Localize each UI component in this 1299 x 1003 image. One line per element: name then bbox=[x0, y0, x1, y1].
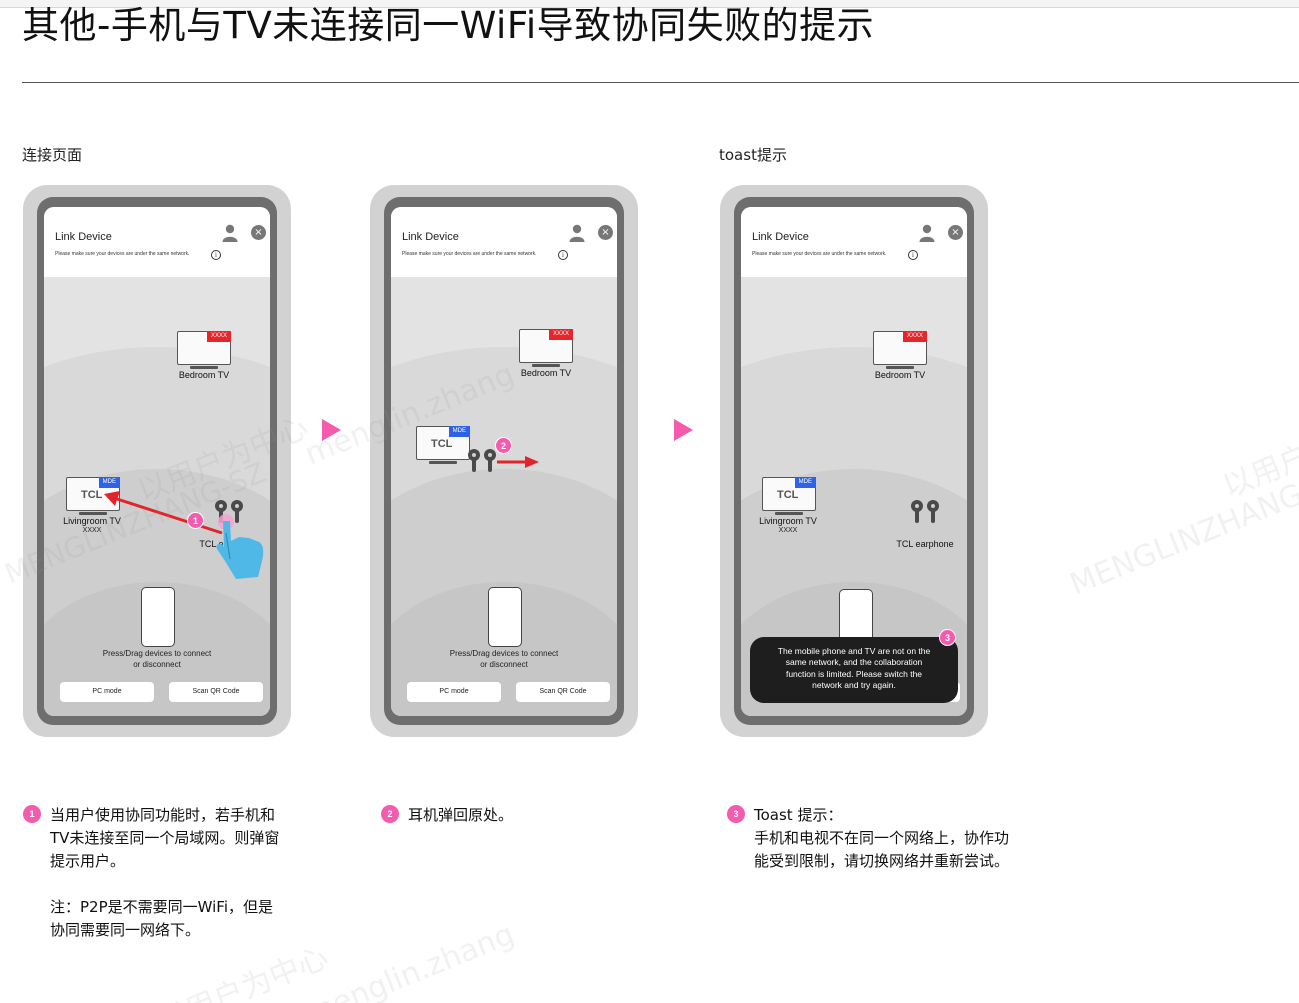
watermark: menglin.zhang bbox=[300, 916, 520, 1003]
toast-line: same network, and the collaboration bbox=[785, 657, 923, 668]
screen-title: Link Device bbox=[55, 231, 112, 243]
flow-arrow-icon bbox=[322, 419, 341, 441]
bedroom-tv-device[interactable]: XXXX bbox=[177, 331, 231, 369]
pc-mode-button[interactable]: PC mode bbox=[407, 682, 501, 702]
earbuds-icon[interactable] bbox=[908, 499, 942, 525]
bedroom-tv-device[interactable]: XXXX bbox=[519, 329, 573, 367]
earphone-label: TCL earphone bbox=[896, 539, 954, 549]
step-badge-2: 2 bbox=[495, 437, 512, 454]
link-device-screen: Link Device Please make sure your device… bbox=[391, 207, 617, 716]
hand-pointer-icon bbox=[216, 514, 264, 579]
note-text: 注：P2P是不需要同一WiFi，但是 bbox=[50, 898, 274, 916]
step-badge-1: 1 bbox=[187, 512, 204, 529]
hint-text-line1: Press/Drag devices to connect bbox=[449, 649, 559, 658]
scan-qr-button[interactable]: Scan QR Code bbox=[516, 682, 610, 702]
phone-mockup-1: Link Device Please make sure your device… bbox=[23, 185, 291, 737]
close-icon[interactable]: × bbox=[948, 225, 963, 240]
bedroom-tv-label: Bedroom TV bbox=[874, 370, 926, 380]
screen-header: Link Device Please make sure your device… bbox=[391, 207, 617, 277]
screen-subtitle: Please make sure your devices are under … bbox=[752, 251, 887, 257]
note-text: 提示用户。 bbox=[50, 852, 126, 870]
user-icon[interactable] bbox=[222, 224, 238, 242]
note-badge-2: 2 bbox=[381, 805, 399, 823]
link-device-screen: Link Device Please make sure your device… bbox=[741, 207, 967, 716]
tv-badge: MDE bbox=[448, 426, 470, 437]
note-text: 手机和电视不在同一个网络上，协作功 bbox=[754, 829, 1010, 847]
phone-device-icon bbox=[488, 587, 522, 647]
toast-message: The mobile phone and TV are not on the s… bbox=[750, 637, 958, 703]
note-text: Toast 提示： bbox=[754, 806, 843, 824]
screen-subtitle: Please make sure your devices are under … bbox=[402, 251, 537, 257]
livingroom-tv-sub: XXXX bbox=[778, 527, 798, 534]
phone-bezel: Link Device Please make sure your device… bbox=[384, 197, 624, 725]
tcl-logo: TCL bbox=[777, 489, 799, 501]
screen-title: Link Device bbox=[402, 231, 459, 243]
phone-mockup-3: Link Device Please make sure your device… bbox=[720, 185, 988, 737]
livingroom-tv-label: Livingroom TV bbox=[759, 516, 817, 526]
info-icon[interactable]: i bbox=[908, 250, 918, 260]
close-icon[interactable]: × bbox=[251, 225, 266, 240]
earbuds-icon[interactable] bbox=[465, 448, 499, 474]
toast-line: function is limited. Please switch the bbox=[785, 668, 923, 679]
note-3: Toast 提示： 手机和电视不在同一个网络上，协作功 能受到限制，请切换网络并… bbox=[754, 804, 1009, 873]
screen-subtitle: Please make sure your devices are under … bbox=[55, 251, 190, 257]
flow-arrow-icon bbox=[674, 419, 693, 441]
close-icon[interactable]: × bbox=[598, 225, 613, 240]
tcl-logo: TCL bbox=[431, 438, 453, 450]
watermark: MENGLINZHANG bbox=[1065, 477, 1299, 603]
note-text: 协同需要同一网络下。 bbox=[50, 921, 201, 939]
bedroom-tv-label: Bedroom TV bbox=[178, 370, 230, 380]
note-text: 耳机弹回原处。 bbox=[408, 806, 514, 824]
drag-arrow-icon bbox=[104, 491, 223, 535]
hint-text-line2: or disconnect bbox=[480, 660, 528, 669]
toast-line: The mobile phone and TV are not on the bbox=[777, 646, 931, 656]
section-label-toast: toast提示 bbox=[719, 146, 787, 164]
tv-badge: MDE bbox=[794, 477, 816, 488]
scan-qr-button[interactable]: Scan QR Code bbox=[169, 682, 263, 702]
link-device-screen: Link Device Please make sure your device… bbox=[44, 207, 270, 716]
screen-header: Link Device Please make sure your device… bbox=[44, 207, 270, 277]
info-icon[interactable]: i bbox=[558, 250, 568, 260]
screen-header: Link Device Please make sure your device… bbox=[741, 207, 967, 277]
hint-text-line1: Press/Drag devices to connect bbox=[102, 649, 212, 658]
phone-bezel: Link Device Please make sure your device… bbox=[37, 197, 277, 725]
note-badge-1: 1 bbox=[23, 805, 41, 823]
livingroom-tv-device[interactable]: MDE TCL bbox=[416, 426, 470, 464]
screen-title: Link Device bbox=[752, 231, 809, 243]
bedroom-tv-label: Bedroom TV bbox=[520, 368, 572, 378]
note-text: TV未连接至同一个局域网。则弹窗 bbox=[50, 829, 280, 847]
tcl-logo: TCL bbox=[81, 489, 103, 501]
tv-badge: XXXX bbox=[548, 329, 573, 340]
page-title: 其他-手机与TV未连接同一WiFi导致协同失败的提示 bbox=[22, 4, 875, 47]
note-text: 当用户使用协同功能时，若手机和 bbox=[50, 806, 276, 824]
hint-text-line2: or disconnect bbox=[133, 660, 181, 669]
tv-badge: XXXX bbox=[902, 331, 927, 342]
return-arrow-icon bbox=[497, 456, 539, 468]
watermark: 以用户为中心 bbox=[1217, 404, 1299, 505]
user-icon[interactable] bbox=[569, 224, 585, 242]
note-badge-3: 3 bbox=[727, 805, 745, 823]
pc-mode-button[interactable]: PC mode bbox=[60, 682, 154, 702]
note-2: 耳机弹回原处。 bbox=[408, 804, 513, 827]
title-divider bbox=[22, 82, 1299, 83]
info-icon[interactable]: i bbox=[211, 250, 221, 260]
phone-mockup-2: Link Device Please make sure your device… bbox=[370, 185, 638, 737]
livingroom-tv-device[interactable]: MDE TCL bbox=[762, 477, 816, 515]
user-icon[interactable] bbox=[919, 224, 935, 242]
phone-device-icon bbox=[141, 587, 175, 647]
tv-badge: XXXX bbox=[206, 331, 231, 342]
step-badge-3: 3 bbox=[939, 629, 956, 646]
note-1: 当用户使用协同功能时，若手机和 TV未连接至同一个局域网。则弹窗 提示用户。 注… bbox=[50, 804, 279, 942]
watermark: 以用户为中心 bbox=[152, 939, 334, 1003]
toast-line: network and try again. bbox=[812, 679, 896, 690]
phone-bezel: Link Device Please make sure your device… bbox=[734, 197, 974, 725]
note-text: 能受到限制，请切换网络并重新尝试。 bbox=[754, 852, 1010, 870]
bedroom-tv-device[interactable]: XXXX bbox=[873, 331, 927, 369]
section-label-connect: 连接页面 bbox=[22, 146, 83, 164]
